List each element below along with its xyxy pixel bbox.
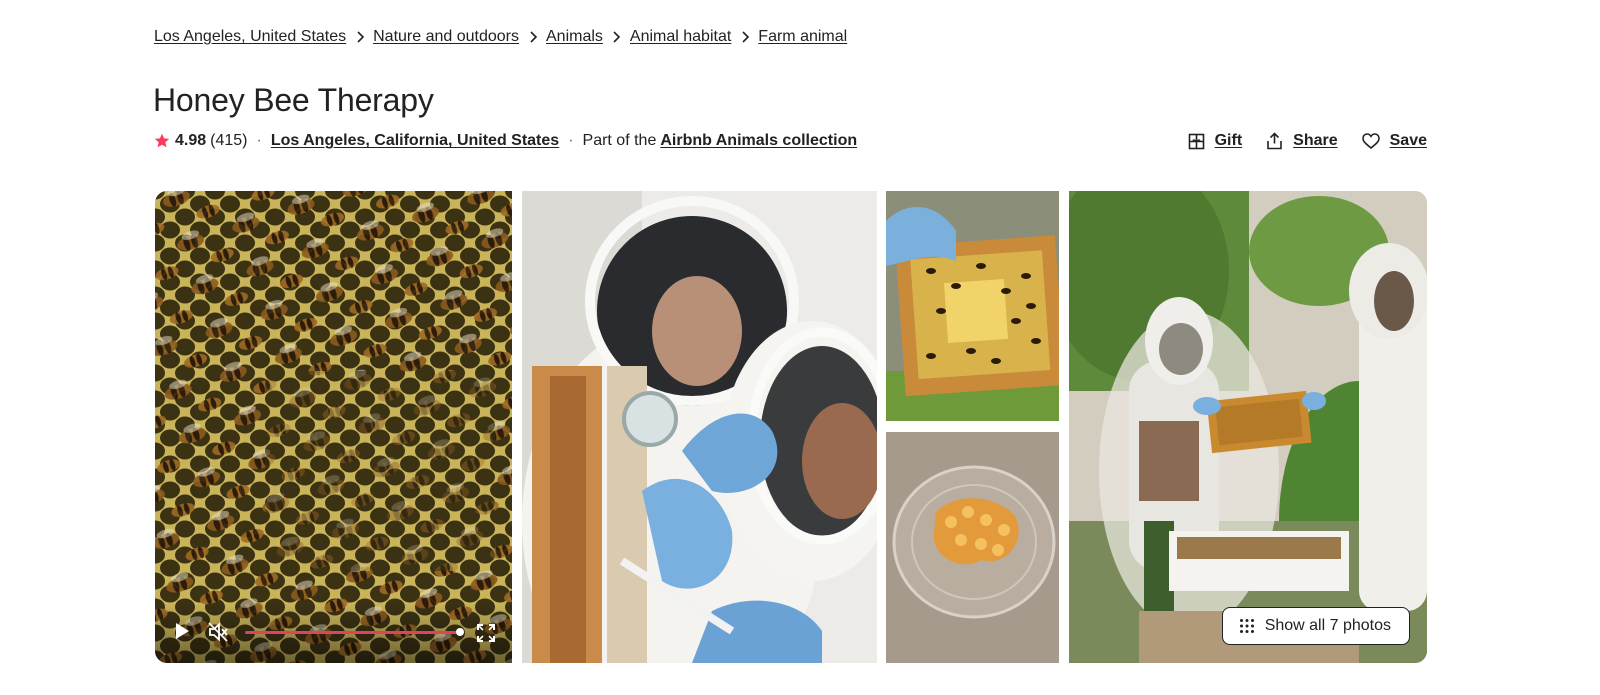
listing-meta-row: 4.98 (415) · Los Angeles, California, Un… bbox=[154, 132, 1427, 150]
show-all-label: Show all 7 photos bbox=[1264, 617, 1391, 634]
share-icon bbox=[1267, 132, 1282, 150]
beekeepers-garden-image bbox=[1069, 191, 1427, 663]
separator-dot: · bbox=[256, 132, 262, 149]
page-title: Honey Bee Therapy bbox=[153, 82, 434, 118]
beekeepers-inspecting-image bbox=[522, 191, 877, 663]
collection-prefix: Part of the bbox=[582, 132, 657, 149]
listing-meta: 4.98 (415) · Los Angeles, California, Un… bbox=[154, 132, 857, 150]
rating-value: 4.98 bbox=[175, 132, 207, 149]
gallery-video-bees[interactable] bbox=[155, 191, 512, 663]
play-icon[interactable] bbox=[173, 621, 191, 641]
fullscreen-icon[interactable] bbox=[476, 623, 496, 643]
breadcrumb-animals[interactable]: Animals bbox=[546, 28, 603, 46]
breadcrumb-nature-outdoors[interactable]: Nature and outdoors bbox=[373, 28, 519, 46]
star-icon bbox=[154, 133, 170, 148]
photo-gallery: Show all 7 photos bbox=[155, 191, 1427, 663]
gallery-photo-honeycomb-frame[interactable] bbox=[886, 191, 1059, 421]
breadcrumb-los-angeles[interactable]: Los Angeles, United States bbox=[154, 28, 346, 46]
location-link[interactable]: Los Angeles, California, United States bbox=[271, 132, 559, 150]
listing-actions: Gift Share Save bbox=[1164, 132, 1427, 150]
chevron-right-icon bbox=[519, 29, 546, 45]
breadcrumb-farm-animal[interactable]: Farm animal bbox=[758, 28, 847, 46]
gift-button[interactable]: Gift bbox=[1188, 132, 1243, 150]
save-label: Save bbox=[1389, 132, 1427, 149]
share-button[interactable]: Share bbox=[1266, 132, 1338, 150]
gift-label: Gift bbox=[1214, 132, 1243, 149]
honeycomb-plate-image bbox=[886, 432, 1059, 663]
chevron-right-icon bbox=[346, 29, 373, 45]
show-all-photos-button[interactable]: Show all 7 photos bbox=[1221, 607, 1410, 645]
chevron-right-icon bbox=[603, 29, 630, 45]
review-count[interactable]: (415) bbox=[210, 132, 247, 150]
grid-icon bbox=[1239, 619, 1254, 633]
mute-icon[interactable] bbox=[207, 621, 229, 643]
breadcrumb: Los Angeles, United States Nature and ou… bbox=[154, 28, 847, 46]
honeycomb-bees-image bbox=[155, 191, 512, 663]
gallery-photo-honeycomb-plate[interactable] bbox=[886, 432, 1059, 663]
separator-dot: · bbox=[568, 132, 574, 149]
progress-knob[interactable] bbox=[456, 628, 464, 636]
gallery-photo-beekeepers-garden[interactable]: Show all 7 photos bbox=[1069, 191, 1427, 663]
breadcrumb-animal-habitat[interactable]: Animal habitat bbox=[630, 28, 731, 46]
chevron-right-icon bbox=[731, 29, 758, 45]
collection-link[interactable]: Airbnb Animals collection bbox=[660, 132, 857, 150]
video-progress-bar[interactable] bbox=[245, 628, 464, 636]
gift-icon bbox=[1188, 133, 1204, 149]
honeycomb-frame-image bbox=[886, 191, 1059, 421]
video-controls bbox=[155, 603, 512, 663]
share-label: Share bbox=[1293, 132, 1338, 149]
gallery-photo-beekeepers-inspecting[interactable] bbox=[522, 191, 877, 663]
save-button[interactable]: Save bbox=[1361, 132, 1427, 150]
heart-icon bbox=[1361, 133, 1380, 149]
